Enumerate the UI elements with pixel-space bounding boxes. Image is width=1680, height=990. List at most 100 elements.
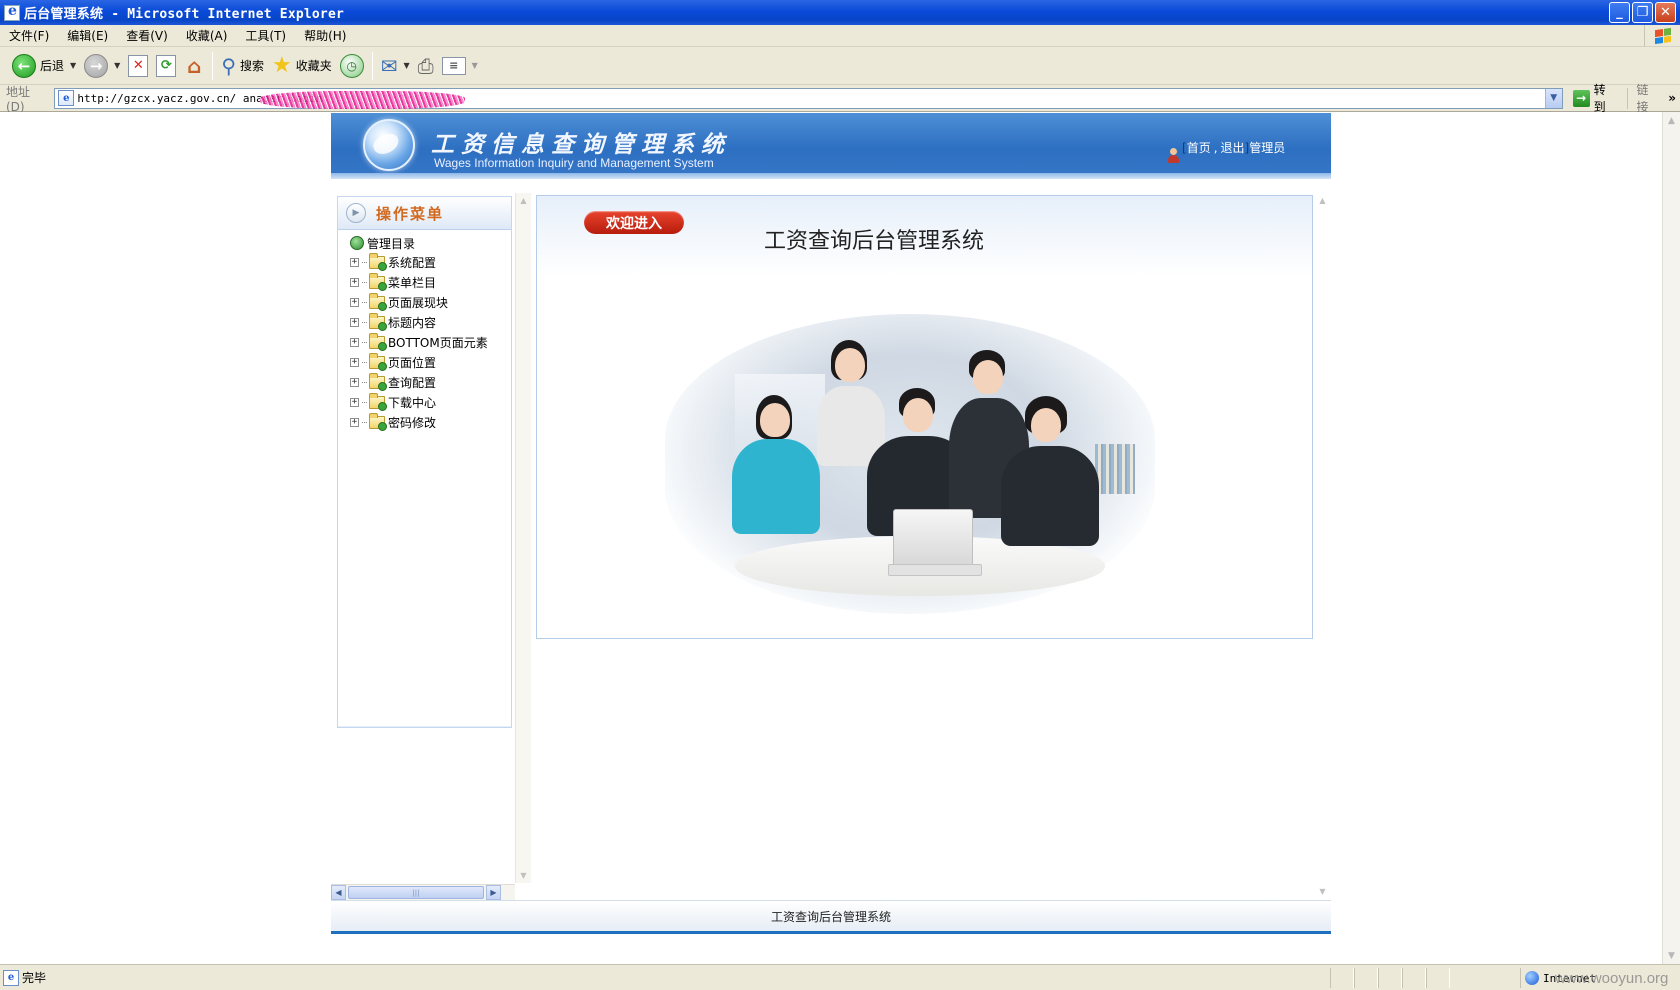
- expand-icon[interactable]: +: [350, 297, 359, 307]
- windows-logo-icon: [1644, 25, 1680, 47]
- address-input[interactable]: e http://gzcx.yacz.gov.cn/ anager_login …: [54, 87, 1563, 109]
- go-arrow-icon: →: [1572, 89, 1590, 107]
- edit-button[interactable]: ≡ ▼: [438, 50, 482, 82]
- home-link[interactable]: 首页: [1187, 139, 1211, 156]
- expand-icon[interactable]: +: [350, 377, 359, 387]
- forward-button[interactable]: → ▼: [80, 50, 124, 82]
- links-label: 链接: [1636, 83, 1649, 114]
- back-button[interactable]: ← 后退 ▼: [8, 50, 80, 82]
- tree-item-label: 菜单栏目: [388, 275, 437, 290]
- site-title: 工资信息查询管理系统: [431, 131, 731, 158]
- address-dropdown-icon[interactable]: ▼: [1544, 88, 1562, 108]
- page-done-icon: e: [3, 969, 19, 986]
- logout-link[interactable]: 退出: [1221, 139, 1245, 156]
- scroll-down-icon[interactable]: ▼: [1663, 947, 1680, 964]
- expand-icon[interactable]: +: [350, 397, 359, 407]
- welcome-panel: 欢迎进入 工资查询后台管理系统: [536, 195, 1313, 639]
- edit-dropdown-icon[interactable]: ▼: [472, 61, 478, 70]
- restore-button[interactable]: ❐: [1632, 2, 1653, 23]
- scroll-up-icon[interactable]: ▲: [516, 193, 531, 208]
- links-button[interactable]: 链接 »: [1627, 83, 1680, 114]
- folder-icon: [369, 412, 387, 431]
- page-icon: e: [58, 90, 75, 106]
- back-label: 后退: [40, 59, 65, 73]
- favorites-button[interactable]: ★ 收藏夹: [268, 50, 336, 82]
- menu-tools[interactable]: 工具(T): [236, 27, 295, 44]
- mail-icon: ✉: [380, 53, 398, 78]
- back-dropdown-icon[interactable]: ▼: [70, 61, 76, 70]
- home-icon: ⌂: [187, 53, 202, 78]
- folder-icon: [369, 272, 387, 291]
- main-content-frame: 欢迎进入 工资查询后台管理系统 ▲ ▼: [532, 193, 1331, 899]
- laptop-icon: [888, 509, 982, 576]
- scroll-up-icon[interactable]: ▲: [1663, 112, 1680, 129]
- expand-icon[interactable]: +: [350, 257, 359, 267]
- menu-bar: 文件(F) 编辑(E) 查看(V) 收藏(A) 工具(T) 帮助(H): [0, 25, 1680, 47]
- folder-icon: [369, 392, 387, 411]
- menu-favorites[interactable]: 收藏(A): [177, 27, 237, 44]
- window-title: 后台管理系统 - Microsoft Internet Explorer: [24, 7, 344, 22]
- folder-icon: [369, 332, 387, 351]
- print-button[interactable]: ⎙: [414, 50, 438, 82]
- scroll-right-icon[interactable]: ▶: [486, 885, 501, 900]
- forward-dropdown-icon[interactable]: ▼: [114, 61, 120, 70]
- close-button[interactable]: ✕: [1655, 2, 1676, 23]
- refresh-icon: ⟳: [156, 54, 177, 77]
- chevron-right-icon: »: [1668, 91, 1677, 105]
- tree-item-page-blocks[interactable]: + 页面展现块: [338, 292, 511, 312]
- header-links: [ 首页 , 退出 ] 管理员: [1182, 139, 1286, 156]
- globe-icon: [350, 236, 364, 250]
- tree-item-query-config[interactable]: + 查询配置: [338, 372, 511, 392]
- star-icon: ★: [272, 53, 292, 78]
- search-button[interactable]: ⚲ 搜索: [217, 50, 268, 82]
- expand-icon[interactable]: +: [350, 357, 359, 367]
- tree-item-download-center[interactable]: + 下载中心: [338, 392, 511, 412]
- scroll-up-icon[interactable]: ▲: [1315, 193, 1330, 208]
- welcome-title: 工资查询后台管理系统: [764, 229, 985, 254]
- globe-logo-icon: [363, 119, 415, 171]
- tree-item-label: 页面位置: [388, 355, 437, 370]
- scroll-down-icon[interactable]: ▼: [516, 868, 531, 883]
- tree-item-title-content[interactable]: + 标题内容: [338, 312, 511, 332]
- menu-edit[interactable]: 编辑(E): [58, 27, 117, 44]
- refresh-button[interactable]: ⟳: [152, 50, 180, 82]
- search-icon: ⚲: [221, 53, 236, 78]
- mail-button[interactable]: ✉ ▼: [377, 50, 414, 82]
- main-frame-scrollbar[interactable]: ▲ ▼: [1315, 193, 1331, 899]
- expand-icon[interactable]: +: [350, 417, 359, 427]
- stop-button[interactable]: ✕: [124, 50, 152, 82]
- tree-item-label: 密码修改: [388, 415, 437, 430]
- menu-help[interactable]: 帮助(H): [295, 27, 355, 44]
- folder-icon: [369, 372, 387, 391]
- menu-file[interactable]: 文件(F): [0, 27, 58, 44]
- folder-icon: [369, 312, 387, 331]
- tree-item-change-password[interactable]: + 密码修改: [338, 412, 511, 432]
- left-frame-scrollbar[interactable]: ▲ ▼: [515, 193, 531, 883]
- tree-item-system-config[interactable]: + 系统配置: [338, 252, 511, 272]
- menu-panel: ▶ 操作菜单 管理目录 + 系统配置 + 菜单栏目 + 页面展现块 + 标题内容…: [337, 196, 512, 728]
- left-frame-hscrollbar[interactable]: ◀ ||| ▶: [331, 884, 515, 900]
- history-button[interactable]: ◷: [336, 50, 368, 82]
- scroll-left-icon[interactable]: ◀: [331, 885, 346, 900]
- address-label: 地址(D): [6, 84, 31, 114]
- footer-text: 工资查询后台管理系统: [770, 909, 891, 924]
- tree-item-page-position[interactable]: + 页面位置: [338, 352, 511, 372]
- tree-item-bottom-elements[interactable]: + BOTTOM页面元素: [338, 332, 511, 352]
- folder-icon: [369, 352, 387, 371]
- go-button[interactable]: → 转到: [1563, 83, 1628, 114]
- status-text: 完毕: [22, 971, 47, 985]
- page-scrollbar[interactable]: ▲ ▼: [1662, 112, 1680, 964]
- expand-icon[interactable]: +: [350, 317, 359, 327]
- toolbar: ← 后退 ▼ → ▼ ✕ ⟳ ⌂ ⚲ 搜索 ★ 收藏夹 ◷ ✉ ▼ ⎙ ≡ ▼: [0, 47, 1680, 85]
- home-button[interactable]: ⌂: [180, 50, 208, 82]
- scroll-down-icon[interactable]: ▼: [1315, 884, 1330, 899]
- tree-root[interactable]: 管理目录: [338, 230, 511, 252]
- tree-item-menu-columns[interactable]: + 菜单栏目: [338, 272, 511, 292]
- scroll-thumb[interactable]: |||: [348, 886, 484, 899]
- mail-dropdown-icon[interactable]: ▼: [404, 61, 410, 70]
- minimize-button[interactable]: _: [1609, 2, 1630, 23]
- expand-icon[interactable]: +: [350, 337, 359, 347]
- menu-view[interactable]: 查看(V): [117, 27, 177, 44]
- window-title-bar[interactable]: 后台管理系统 - Microsoft Internet Explorer _ ❐…: [0, 0, 1680, 25]
- expand-icon[interactable]: +: [350, 277, 359, 287]
